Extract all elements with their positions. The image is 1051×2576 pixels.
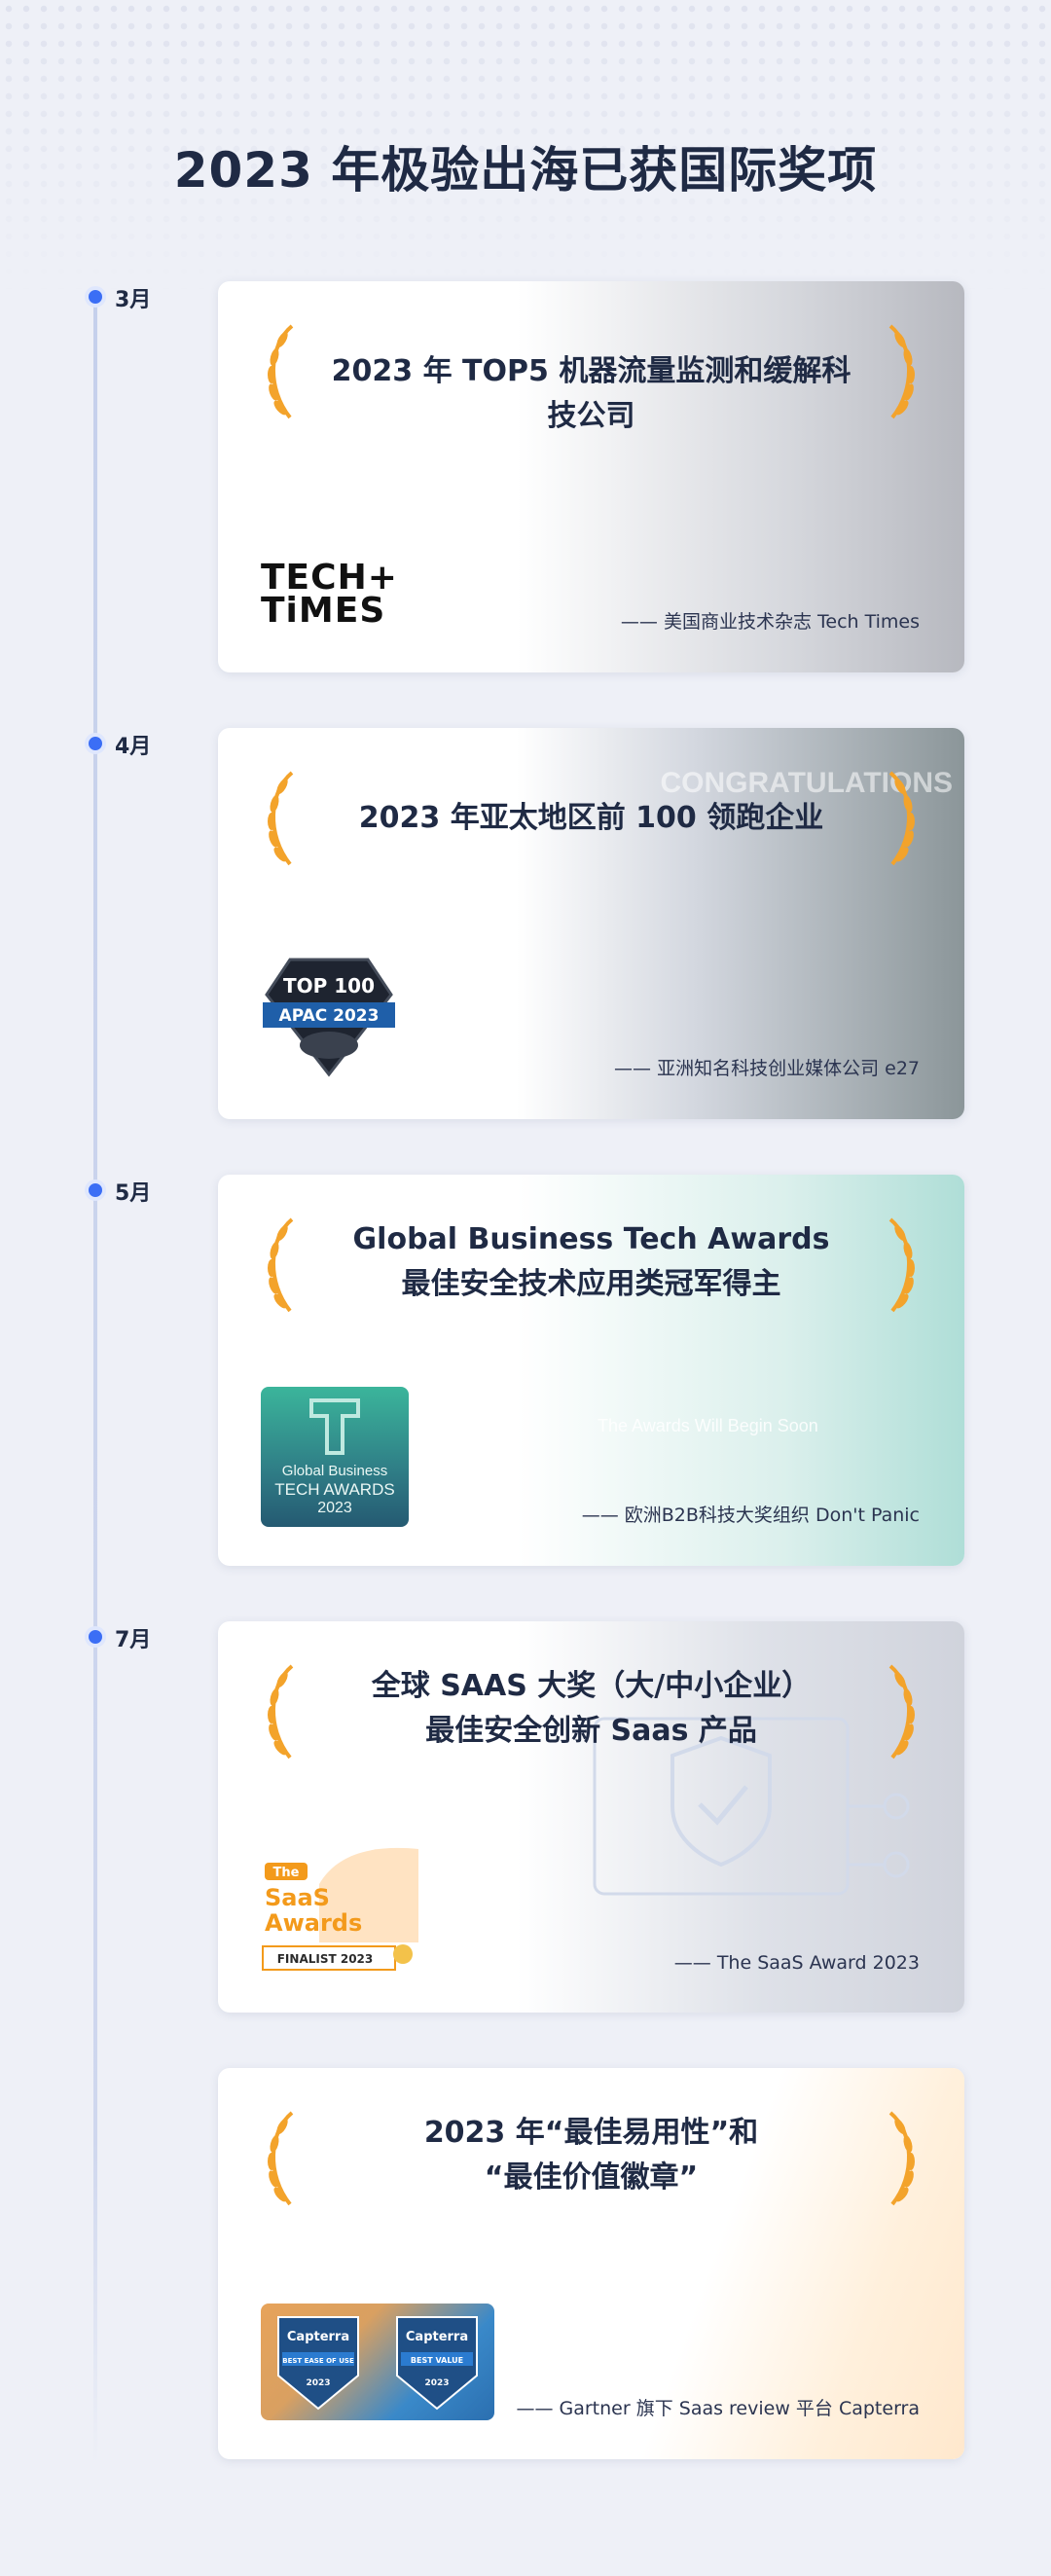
timeline-month: 7月: [115, 1628, 152, 1652]
badge-brand: Capterra: [287, 2330, 349, 2344]
capterra-best-ease-badge-icon: Capterra BEST EASE OF USE 2023: [277, 2316, 359, 2411]
laurel-left-icon: [268, 1664, 294, 1760]
badge-label: BEST VALUE: [411, 2356, 463, 2365]
laurel-right-icon: [888, 2111, 915, 2206]
award-title: 2023 年“最佳易用性”和 “最佳价值徽章”: [325, 2111, 857, 2200]
timeline-dot: [85, 1626, 106, 1648]
badge-label: BEST EASE OF USE: [282, 2357, 354, 2365]
award-card: 2023 年“最佳易用性”和 “最佳价值徽章” Capterra BEST EA…: [218, 2068, 964, 2459]
badge-title: TOP 100: [283, 974, 375, 998]
timeline-dot: [85, 286, 106, 308]
background-caption: The Awards Will Begin Soon: [598, 1416, 818, 1435]
logo-text-line: SaaS: [265, 1884, 330, 1911]
award-card: 全球 SAAS 大奖（大/中小企业） 最佳安全创新 Saas 产品 The Sa…: [218, 1621, 964, 2013]
award-title-line: 最佳安全创新 Saas 产品: [425, 1714, 757, 1748]
tech-times-logo: TECH+ TiMES: [261, 558, 398, 631]
award-title-line: 最佳安全技术应用类冠军得主: [401, 1267, 781, 1301]
laurel-left-icon: [268, 2111, 294, 2206]
award-source: —— 美国商业技术杂志 Tech Times: [620, 611, 920, 633]
laurel-left-icon: [268, 1217, 294, 1313]
logo-text-line: TECH+: [261, 558, 398, 598]
award-title-line: 2023 年亚太地区前 100 领跑企业: [358, 801, 824, 835]
saas-awards-logo: The SaaS Awards FINALIST 2023: [262, 1847, 418, 1971]
badge-brand: Capterra: [406, 2330, 468, 2344]
laurel-right-icon: [888, 1664, 915, 1760]
award-title-line: “最佳价值徽章”: [484, 2160, 699, 2195]
logo-text-line: The: [273, 1866, 300, 1880]
award-title-line: 全球 SAAS 大奖（大/中小企业）: [371, 1669, 812, 1703]
timeline-line: [93, 297, 97, 2467]
timeline-dot: [85, 733, 106, 754]
logo-text-line: FINALIST 2023: [277, 1952, 374, 1966]
award-source: —— 欧洲B2B科技大奖组织 Don't Panic: [581, 1505, 920, 1526]
award-card: CONGRATULATIONS 2023 年亚太地区前 100 领跑企业 TOP…: [218, 728, 964, 1119]
award-source: —— 亚洲知名科技创业媒体公司 e27: [614, 1058, 920, 1079]
capterra-badges-logo: Capterra BEST EASE OF USE 2023 Capterra …: [261, 2304, 494, 2420]
badge-year: 2023: [424, 2378, 449, 2388]
award-title-line: 2023 年“最佳易用性”和: [423, 2116, 759, 2150]
logo-text-line: TiMES: [261, 591, 386, 631]
page-title: 2023 年极验出海已获国际奖项: [173, 142, 878, 199]
timeline-month: 3月: [115, 288, 152, 312]
award-title: 2023 年 TOP5 机器流量监测和缓解科技公司: [325, 349, 857, 439]
badge-subtitle: APAC 2023: [279, 1006, 380, 1026]
timeline-month: 4月: [115, 735, 152, 759]
laurel-right-icon: [888, 324, 915, 419]
badge-year: 2023: [306, 2378, 330, 2388]
global-business-tech-awards-logo: Global Business TECH AWARDS 2023: [261, 1387, 409, 1527]
timeline-month: 5月: [115, 1181, 152, 1206]
award-title: 2023 年亚太地区前 100 领跑企业: [325, 796, 857, 841]
top100-apac-badge: TOP 100 APAC 2023: [263, 958, 395, 1077]
award-card: 2023 年 TOP5 机器流量监测和缓解科技公司 TECH+ TiMES ——…: [218, 281, 964, 672]
award-source: —— The SaaS Award 2023: [673, 1952, 920, 1974]
tech-awards-t-icon: [309, 1398, 360, 1455]
logo-text-line: Awards: [265, 1909, 362, 1937]
timeline-dot: [85, 1179, 106, 1201]
laurel-left-icon: [268, 324, 294, 419]
award-card: The Awards Will Begin Soon Global Busine…: [218, 1175, 964, 1566]
logo-text-line: 2023: [317, 1500, 352, 1516]
logo-text-line: Global Business: [281, 1463, 388, 1479]
laurel-right-icon: [888, 1217, 915, 1313]
capterra-best-value-badge-icon: Capterra BEST VALUE 2023: [396, 2316, 478, 2411]
award-title-line: Global Business Tech Awards: [352, 1222, 830, 1256]
award-title: 全球 SAAS 大奖（大/中小企业） 最佳安全创新 Saas 产品: [325, 1664, 857, 1754]
laurel-left-icon: [268, 771, 294, 866]
logo-text-line: TECH AWARDS: [274, 1480, 395, 1499]
laurel-right-icon: [888, 771, 915, 866]
award-source: —— Gartner 旗下 Saas review 平台 Capterra: [516, 2398, 920, 2419]
award-title-line: 2023 年 TOP5 机器流量监测和缓解科技公司: [331, 354, 852, 433]
award-title: Global Business Tech Awards 最佳安全技术应用类冠军得…: [325, 1217, 857, 1307]
